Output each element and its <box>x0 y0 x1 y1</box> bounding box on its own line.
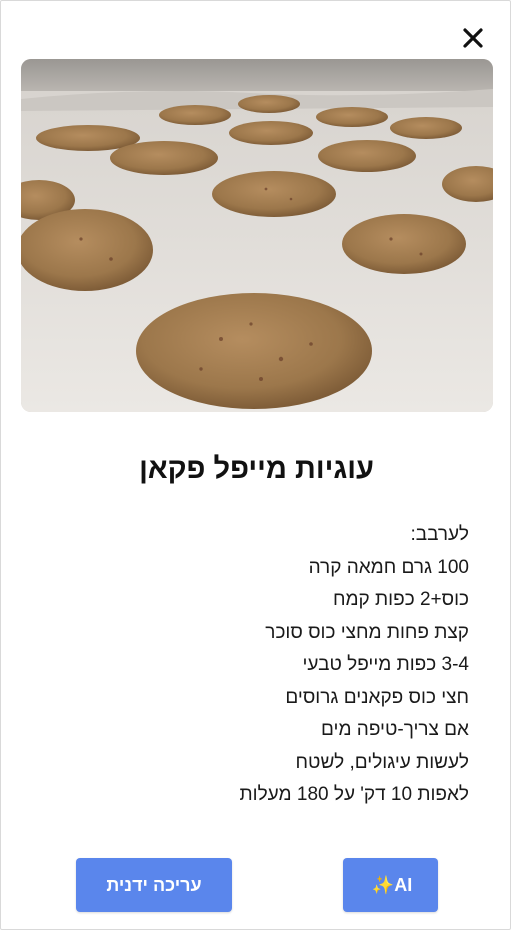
manual-edit-button[interactable]: עריכה ידנית <box>76 858 232 912</box>
recipe-instructions: לערבב: 100 גרם חמאה קרה כוס+2 כפות קמח ק… <box>29 519 469 812</box>
recipe-line: לאפות 10 דק' על 180 מעלות <box>239 784 469 805</box>
recipe-line: 100 גרם חמאה קרה <box>308 556 469 578</box>
recipe-line: לערבב: <box>410 524 469 545</box>
recipe-line: אם צריך-טיפה מים <box>321 719 469 740</box>
recipe-line: לעשות עיגולים, לשטח <box>295 751 469 773</box>
cookies-photo-illustration <box>21 59 493 412</box>
recipe-dialog: עוגיות מייפל פקאן לערבב: 100 גרם חמאה קר… <box>0 0 511 930</box>
recipe-line: קצת פחות מחצי כוס סוכר <box>265 621 469 643</box>
recipe-title: עוגיות מייפל פקאן <box>139 453 374 485</box>
sparkle-icon: ✨ <box>371 874 395 895</box>
recipe-line: חצי כוס פקאנים גרוסים <box>285 686 469 708</box>
close-button[interactable] <box>460 25 486 51</box>
close-icon <box>463 28 483 48</box>
recipe-photo <box>21 59 493 412</box>
ai-button-label: AI <box>394 874 413 895</box>
recipe-line: 3-4 כפות מייפל טבעי <box>302 654 469 675</box>
recipe-line: כוס+2 כפות קמח <box>333 589 469 610</box>
ai-button[interactable]: AI✨ <box>343 858 438 912</box>
